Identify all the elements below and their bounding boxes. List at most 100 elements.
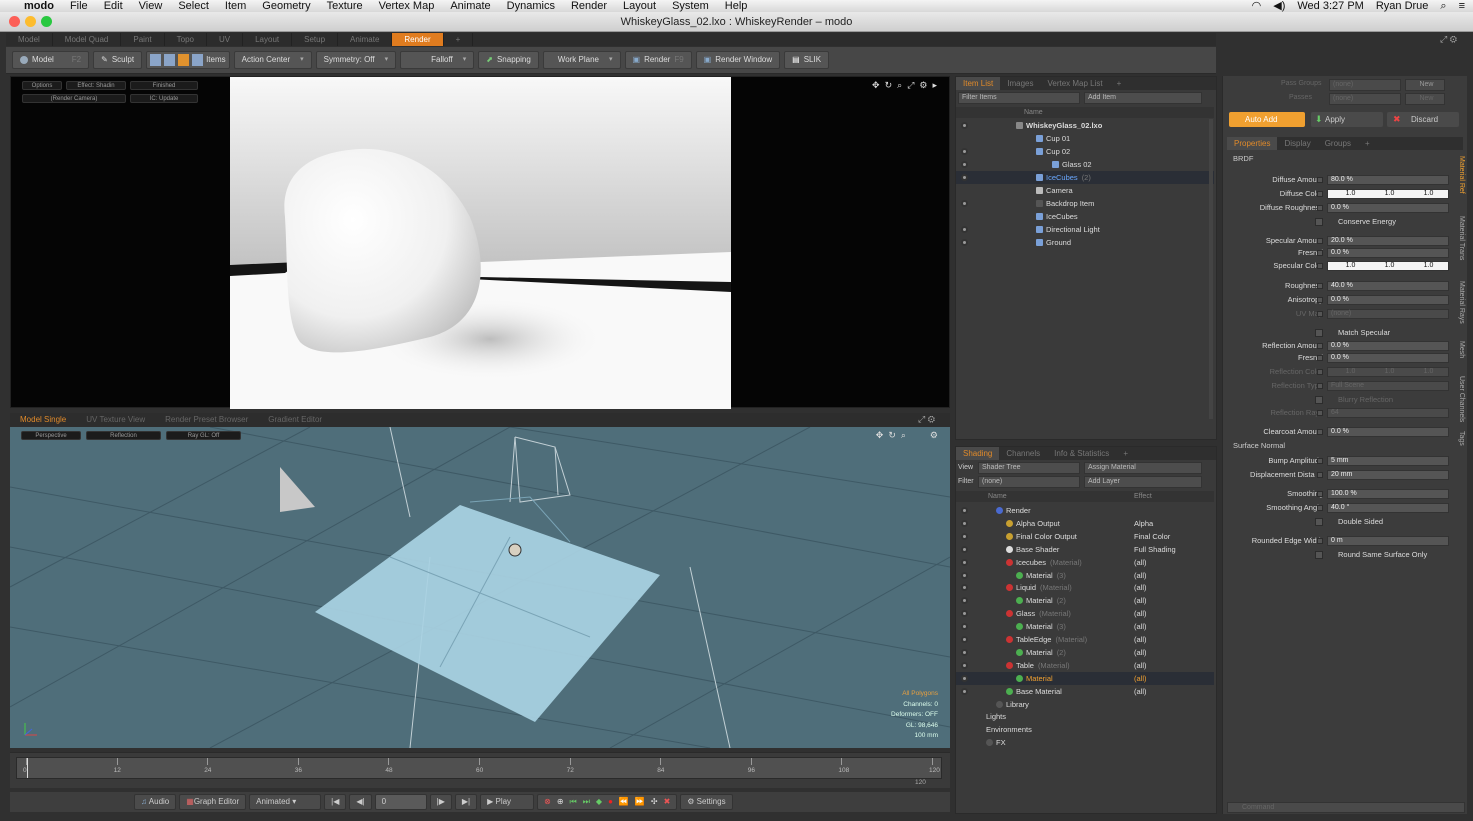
gear-icon[interactable]: ⚙: [928, 414, 935, 424]
wifi-icon[interactable]: ◠: [1252, 0, 1262, 12]
layout-tab-model[interactable]: Model: [6, 33, 53, 46]
filter-dropdown[interactable]: (none): [978, 476, 1080, 488]
checkbox[interactable]: [1315, 518, 1323, 526]
visibility-eye-icon[interactable]: [961, 584, 968, 592]
item-list-row[interactable]: Cup 02: [956, 145, 1214, 158]
render-button[interactable]: ▣ Render F9: [624, 51, 692, 69]
cache-icon[interactable]: ✣: [651, 795, 658, 809]
item-list-row[interactable]: IceCubes (2): [956, 171, 1214, 184]
passes-dropdown[interactable]: (none): [1329, 93, 1401, 105]
work-plane-dropdown[interactable]: Work Plane: [542, 51, 621, 69]
shader-tree-row[interactable]: Base Shader Full Shading: [956, 543, 1214, 556]
shader-tree-row[interactable]: TableEdge (Material) (all): [956, 633, 1214, 646]
envelope-toggle[interactable]: [1317, 177, 1323, 183]
side-tab-user-channels[interactable]: User Channels: [1455, 376, 1465, 422]
property-value-field[interactable]: 20.0 %: [1327, 236, 1449, 246]
timeline[interactable]: 0 12 24 36 48 60 72 84 96 108 120 120: [10, 752, 950, 788]
shader-tree-row[interactable]: Library: [956, 698, 1214, 711]
property-value-field[interactable]: 80.0 %: [1327, 175, 1449, 185]
shader-tree-row[interactable]: Alpha Output Alpha: [956, 517, 1214, 530]
layout-tab-render[interactable]: Render: [392, 33, 444, 46]
menu-geometry[interactable]: Geometry: [254, 0, 318, 12]
fit-icon[interactable]: ⤢: [907, 80, 914, 91]
menu-system[interactable]: System: [664, 0, 717, 12]
edges-mode-icon[interactable]: [164, 54, 176, 66]
item-list-row[interactable]: Cup 01: [956, 132, 1214, 145]
go-to-end-button[interactable]: ▶|: [454, 794, 478, 810]
menu-select[interactable]: Select: [170, 0, 217, 12]
envelope-toggle[interactable]: [1317, 429, 1323, 435]
record-icon[interactable]: ●: [608, 795, 613, 809]
visibility-eye-icon[interactable]: [961, 519, 968, 527]
shader-tree-row[interactable]: FX: [956, 736, 1214, 749]
envelope-toggle[interactable]: [1317, 283, 1323, 289]
minimize-window-button[interactable]: [25, 16, 36, 27]
step-back-button[interactable]: ◀|: [349, 794, 372, 810]
menu-file[interactable]: File: [62, 0, 96, 12]
item-list-row[interactable]: Glass 02: [956, 158, 1214, 171]
visibility-eye-icon[interactable]: [961, 545, 968, 553]
item-list-row[interactable]: Backdrop Item: [956, 197, 1214, 210]
property-value-field[interactable]: 0 m: [1327, 536, 1449, 546]
menu-texture[interactable]: Texture: [319, 0, 371, 12]
audio-button[interactable]: ♫ Audio: [134, 794, 177, 810]
move-icon[interactable]: ✥: [872, 80, 880, 91]
volume-icon[interactable]: ◀): [1273, 0, 1285, 12]
property-value-field[interactable]: 40.0 °: [1327, 503, 1449, 513]
item-list-row[interactable]: IceCubes: [956, 210, 1214, 223]
color-field[interactable]: 1.0 1.0 1.0: [1327, 367, 1449, 377]
add-tab-button[interactable]: +: [1358, 137, 1377, 150]
shader-tree-row[interactable]: Material (2) (all): [956, 594, 1214, 607]
polygons-mode-icon[interactable]: [178, 54, 190, 66]
next-key-icon[interactable]: ⏭: [583, 795, 590, 809]
envelope-toggle[interactable]: [1317, 205, 1323, 211]
3d-perspective-viewport[interactable]: Perspective Reflection Ray GL: Off ✥ ↻ ⌕ ⚙ …: [10, 427, 950, 748]
tab-item-list[interactable]: Item List: [956, 77, 1001, 90]
sculpt-button[interactable]: ✎ Sculpt: [93, 51, 143, 69]
envelope-toggle[interactable]: [1317, 491, 1323, 497]
layout-tab-topo[interactable]: Topo: [165, 33, 207, 46]
brdf-section[interactable]: BRDF: [1233, 154, 1253, 163]
move-icon[interactable]: ✥: [876, 430, 884, 441]
tab-vertex-map-list[interactable]: Vertex Map List: [1040, 77, 1109, 90]
add-item-dropdown[interactable]: Add Item: [1084, 92, 1202, 104]
shader-tree-row[interactable]: Base Material (all): [956, 685, 1214, 698]
expand-icon[interactable]: ⤢: [1440, 34, 1447, 44]
settings-button[interactable]: ⚙ Settings: [680, 794, 733, 810]
viewport-tab-render-preset-browser[interactable]: Render Preset Browser: [155, 413, 258, 427]
prev-key-icon[interactable]: ⏮: [570, 795, 577, 809]
command-input[interactable]: Command: [1227, 802, 1465, 813]
section-header[interactable]: Surface Normal: [1233, 440, 1285, 452]
gear-icon[interactable]: ⚙: [930, 430, 938, 441]
layout-tab-uv[interactable]: UV: [207, 33, 244, 46]
side-tab-material-ref[interactable]: Material Ref: [1455, 156, 1465, 194]
tab-display[interactable]: Display: [1277, 137, 1317, 150]
shader-tree-row[interactable]: Material (3) (all): [956, 620, 1214, 633]
ic-update-button[interactable]: IC: Update: [130, 94, 198, 103]
side-tab-material-rays[interactable]: Material Rays: [1455, 281, 1465, 324]
menu-edit[interactable]: Edit: [96, 0, 131, 12]
new-pass-group-button[interactable]: New: [1405, 79, 1445, 91]
shader-tree-row[interactable]: Lights: [956, 710, 1214, 723]
arrow-right-icon[interactable]: ▸: [932, 80, 937, 91]
close-window-button[interactable]: [9, 16, 20, 27]
item-list-row[interactable]: Camera: [956, 184, 1214, 197]
shader-tree-row[interactable]: Environments: [956, 723, 1214, 736]
frame-field[interactable]: 0: [374, 794, 427, 810]
visibility-eye-icon[interactable]: [961, 687, 968, 695]
tab-images[interactable]: Images: [1000, 77, 1040, 90]
model-mode-button[interactable]: Model F2: [12, 51, 90, 69]
envelope-toggle[interactable]: [1317, 538, 1323, 544]
envelope-toggle[interactable]: [1317, 505, 1323, 511]
zoom-icon[interactable]: ⌕: [897, 80, 902, 91]
visibility-eye-icon[interactable]: [961, 507, 968, 514]
new-pass-button[interactable]: New: [1405, 93, 1445, 105]
visibility-eye-icon[interactable]: [961, 610, 968, 618]
visibility-eye-icon[interactable]: [961, 661, 968, 669]
property-value-field[interactable]: 5 mm: [1327, 456, 1449, 466]
tab-groups[interactable]: Groups: [1318, 137, 1358, 150]
menu-vertex-map[interactable]: Vertex Map: [371, 0, 443, 12]
camera-dropdown[interactable]: (Render Camera): [22, 94, 126, 103]
visibility-eye-icon[interactable]: [961, 174, 968, 181]
visibility-eye-icon[interactable]: [961, 161, 968, 168]
